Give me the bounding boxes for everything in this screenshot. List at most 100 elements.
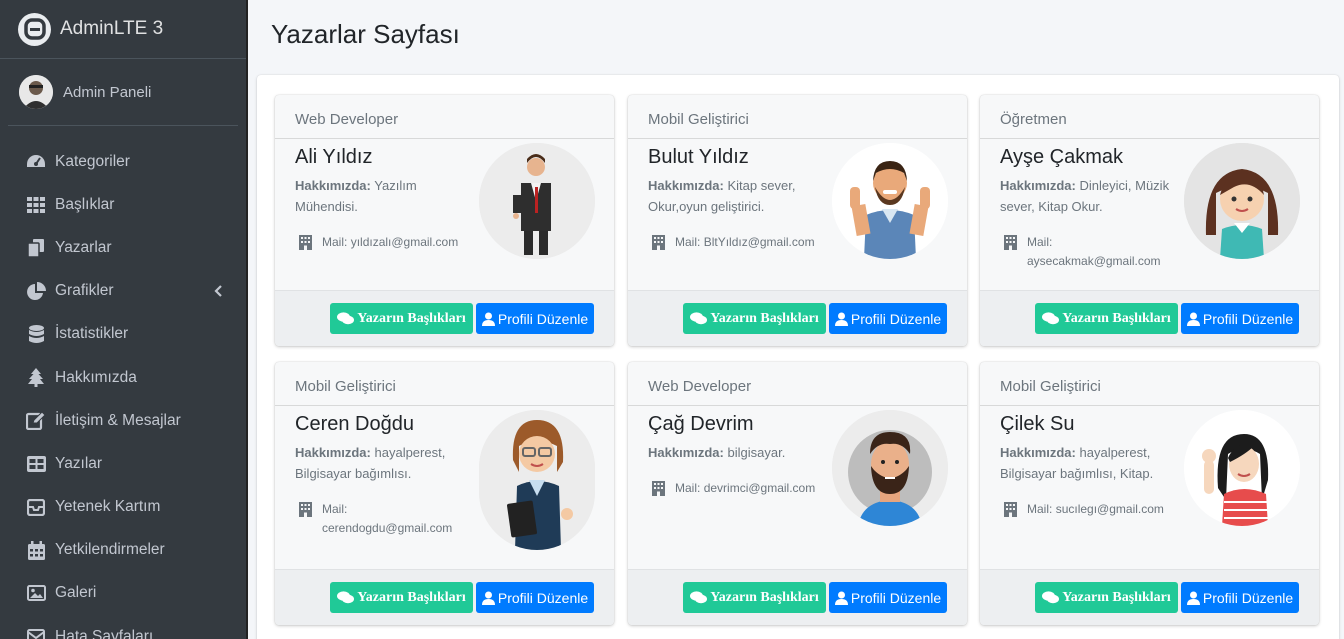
sidebar-item-label: İletişim & Mesajlar bbox=[55, 411, 181, 429]
writer-card: Web Developer Çağ Devrim Hakkımızda: bil… bbox=[628, 362, 967, 625]
chevron-left-icon[interactable] bbox=[214, 284, 222, 302]
writer-email: sucılegı@gmail.com bbox=[1055, 502, 1164, 516]
sidebar-item-label: Kategoriler bbox=[55, 152, 130, 170]
mail-label: Mail: bbox=[1027, 235, 1053, 249]
brand-title: AdminLTE 3 bbox=[60, 18, 164, 39]
writer-name: Bulut Yıldız bbox=[648, 146, 749, 168]
tree-icon bbox=[25, 368, 47, 388]
writer-avatar bbox=[1184, 143, 1300, 259]
writer-email: cerendogdu@gmail.com bbox=[322, 521, 453, 535]
writer-name: Çağ Devrim bbox=[648, 413, 754, 435]
sidebar-item-istatistikler[interactable]: İstatistikler bbox=[0, 313, 246, 356]
brand-link[interactable]: AdminLTE 3 bbox=[0, 0, 246, 59]
writer-name: Ali Yıldız bbox=[295, 146, 373, 168]
sidebar-item-kategoriler[interactable]: Kategoriler bbox=[0, 140, 246, 183]
author-posts-button[interactable]: Yazarın Başlıkları bbox=[683, 303, 826, 334]
sidebar-item-galeri[interactable]: Galeri bbox=[0, 572, 246, 615]
writer-mail: Mail: cerendogdu@gmail.com bbox=[299, 500, 453, 538]
writer-about: Hakkımızda: hayalperest, Bilgisayar bağı… bbox=[295, 442, 467, 484]
sidebar-item-yazilar[interactable]: Yazılar bbox=[0, 442, 246, 485]
edit-profile-button[interactable]: Profili Düzenle bbox=[1181, 303, 1299, 334]
adminlte-logo-icon bbox=[18, 12, 51, 46]
comments-icon bbox=[690, 591, 708, 604]
sidebar-item-label: Yetkilendirmeler bbox=[55, 541, 165, 559]
sidebar-item-hakkimizda[interactable]: Hakkımızda bbox=[0, 356, 246, 399]
building-icon bbox=[1004, 235, 1018, 250]
user-icon bbox=[1186, 312, 1200, 326]
user-icon bbox=[834, 312, 848, 326]
card-footer: Yazarın Başlıkları Profili Düzenle bbox=[275, 290, 614, 346]
writer-about: Hakkımızda: hayalperest, Bilgisayar bağı… bbox=[1000, 442, 1172, 484]
pie-chart-icon bbox=[25, 281, 47, 301]
author-posts-button[interactable]: Yazarın Başlıkları bbox=[683, 582, 826, 613]
about-label: Hakkımızda: bbox=[295, 178, 371, 193]
comments-icon bbox=[1042, 591, 1060, 604]
sidebar-item-basliklar[interactable]: Başlıklar bbox=[0, 183, 246, 226]
writer-name: Ceren Doğdu bbox=[295, 413, 414, 435]
writer-card: Öğretmen Ayşe Çakmak Hakkımızda: Dinleyi… bbox=[980, 95, 1319, 346]
user-icon bbox=[1186, 591, 1200, 605]
edit-profile-button[interactable]: Profili Düzenle bbox=[829, 303, 947, 334]
author-posts-button[interactable]: Yazarın Başlıkları bbox=[330, 303, 473, 334]
about-text: bilgisayar. bbox=[727, 445, 786, 460]
sidebar-item-yetkilendirmeler[interactable]: Yetkilendirmeler bbox=[0, 529, 246, 572]
user-icon bbox=[834, 591, 848, 605]
table-icon bbox=[25, 454, 47, 474]
sidebar-item-grafikler[interactable]: Grafikler bbox=[0, 270, 246, 313]
image-icon bbox=[25, 583, 47, 603]
writer-role: Mobil Geliştirici bbox=[275, 362, 614, 406]
writers-card: Web Developer Ali Yıldız Hakkımızda: Yaz… bbox=[257, 75, 1339, 639]
user-icon bbox=[481, 591, 495, 605]
sidebar-item-label: Yazarlar bbox=[55, 238, 112, 256]
writer-mail: Mail: sucılegı@gmail.com bbox=[1004, 500, 1194, 519]
author-posts-button[interactable]: Yazarın Başlıkları bbox=[1035, 582, 1178, 613]
envelope-icon bbox=[25, 627, 47, 639]
writer-mail: Mail: BltYıldız@gmail.com bbox=[652, 233, 842, 252]
mail-label: Mail: bbox=[675, 235, 701, 249]
edit-profile-button[interactable]: Profili Düzenle bbox=[476, 582, 594, 613]
sidebar-item-label: Yazılar bbox=[55, 454, 103, 472]
writer-avatar bbox=[479, 410, 595, 550]
edit-profile-button[interactable]: Profili Düzenle bbox=[1181, 582, 1299, 613]
writer-avatar bbox=[832, 143, 948, 259]
mail-label: Mail: bbox=[675, 481, 701, 495]
page-title: Yazarlar Sayfası bbox=[271, 19, 460, 49]
sidebar-item-yetenek-kartim[interactable]: Yetenek Kartım bbox=[0, 486, 246, 529]
sidebar-item-label: Galeri bbox=[55, 584, 97, 602]
edit-profile-button[interactable]: Profili Düzenle bbox=[476, 303, 594, 334]
writer-about: Hakkımızda: Dinleyici, Müzik sever, Kita… bbox=[1000, 175, 1172, 217]
writer-role: Öğretmen bbox=[980, 95, 1319, 139]
user-avatar bbox=[19, 75, 53, 109]
tachometer-icon bbox=[25, 152, 47, 172]
writer-card: Web Developer Ali Yıldız Hakkımızda: Yaz… bbox=[275, 95, 614, 346]
sidebar-item-label: Hata Sayfaları bbox=[55, 627, 154, 639]
grid-icon bbox=[25, 195, 47, 215]
about-label: Hakkımızda: bbox=[648, 445, 724, 460]
writer-card: Mobil Geliştirici Ceren Doğdu Hakkımızda… bbox=[275, 362, 614, 625]
sidebar-item-yazarlar[interactable]: Yazarlar bbox=[0, 226, 246, 269]
card-footer: Yazarın Başlıkları Profili Düzenle bbox=[980, 290, 1319, 346]
card-footer: Yazarın Başlıkları Profili Düzenle bbox=[628, 290, 967, 346]
writer-avatar bbox=[479, 143, 595, 259]
writer-about: Hakkımızda: Kitap sever, Okur,oyun geliş… bbox=[648, 175, 820, 217]
writer-role: Web Developer bbox=[628, 362, 967, 406]
copy-icon bbox=[25, 238, 47, 258]
sidebar-item-label: Başlıklar bbox=[55, 195, 115, 213]
sidebar-item-label: Yetenek Kartım bbox=[55, 498, 161, 516]
edit-profile-button[interactable]: Profili Düzenle bbox=[829, 582, 947, 613]
sidebar-item-label: İstatistikler bbox=[55, 325, 129, 343]
sidebar-item-iletisim[interactable]: İletişim & Mesajlar bbox=[0, 399, 246, 442]
writer-email: aysecakmak@gmail.com bbox=[1027, 254, 1161, 268]
author-posts-button[interactable]: Yazarın Başlıkları bbox=[330, 582, 473, 613]
user-panel[interactable]: Admin Paneli bbox=[8, 59, 238, 126]
mail-label: Mail: bbox=[322, 235, 348, 249]
user-name: Admin Paneli bbox=[63, 83, 152, 101]
sidebar-item-hata-sayfalari[interactable]: Hata Sayfaları bbox=[0, 615, 246, 639]
building-icon bbox=[1004, 502, 1018, 517]
writer-email: BltYıldız@gmail.com bbox=[703, 235, 815, 249]
writer-about: Hakkımızda: Yazılım Mühendisi. bbox=[295, 175, 467, 217]
building-icon bbox=[652, 481, 666, 496]
writer-role: Mobil Geliştirici bbox=[980, 362, 1319, 406]
author-posts-button[interactable]: Yazarın Başlıkları bbox=[1035, 303, 1178, 334]
card-footer: Yazarın Başlıkları Profili Düzenle bbox=[980, 569, 1319, 625]
